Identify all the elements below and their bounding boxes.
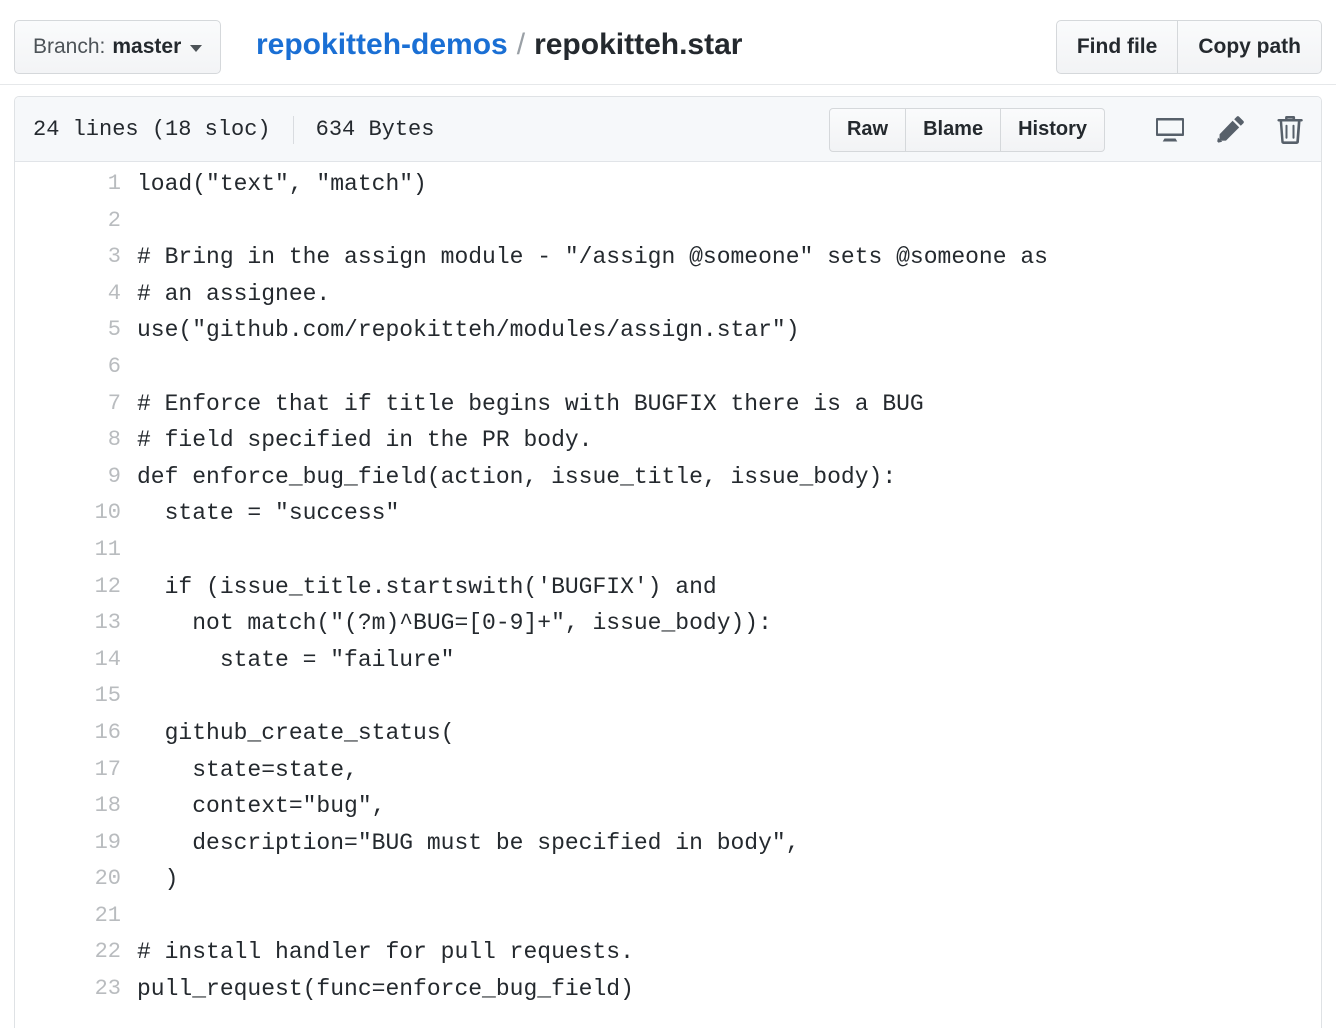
copy-path-button[interactable]: Copy path (1178, 20, 1322, 74)
line-number[interactable]: 7 (15, 386, 121, 423)
line-number[interactable]: 6 (15, 349, 121, 386)
line-number[interactable]: 19 (15, 825, 121, 862)
code-line: 21 (15, 898, 1321, 935)
file-meta-info: 24 lines (18 sloc) 634 Bytes (33, 97, 434, 162)
line-content: context="bug", (137, 793, 386, 820)
line-content: # field specified in the PR body. (137, 427, 593, 454)
code-line: 18 context="bug", (15, 788, 1321, 825)
code-line: 9 def enforce_bug_field(action, issue_tit… (15, 459, 1321, 496)
line-number[interactable]: 21 (15, 898, 121, 935)
line-number[interactable]: 10 (15, 495, 121, 532)
code-line: 7 # Enforce that if title begins with BUG… (15, 386, 1321, 423)
code-line: 23 pull_request(func=enforce_bug_field) (15, 971, 1321, 1008)
breadcrumb: repokitteh-demos / repokitteh.star (256, 28, 742, 62)
code-line: 13 not match("(?m)^BUG=[0-9]+", issue_bo… (15, 605, 1321, 642)
line-content: pull_request(func=enforce_bug_field) (137, 976, 634, 1003)
line-number[interactable]: 12 (15, 569, 121, 606)
branch-selector-button[interactable]: Branch: master (14, 20, 222, 74)
line-number[interactable]: 9 (15, 459, 121, 496)
code-line: 10 state = "success" (15, 495, 1321, 532)
line-number[interactable]: 1 (15, 166, 121, 203)
code-line: 19 description="BUG must be specified in… (15, 825, 1321, 862)
breadcrumb-repo-link[interactable]: repokitteh-demos (256, 28, 508, 62)
line-number[interactable]: 23 (15, 971, 121, 1008)
line-content: load("text", "match") (137, 171, 427, 197)
meta-divider (292, 115, 294, 144)
code-line: 15 (15, 678, 1321, 715)
line-number[interactable]: 20 (15, 861, 121, 898)
file-size: 634 Bytes (315, 117, 435, 142)
file-container: 24 lines (18 sloc) 634 Bytes Raw Blame H… (14, 96, 1322, 1028)
topbar-button-group: Find file Copy path (1055, 20, 1322, 74)
code-line: 22 # install handler for pull requests. (15, 934, 1321, 971)
code-line: 1 load("text", "match") (15, 166, 1321, 203)
line-content: # an assignee. (137, 280, 331, 307)
trash-icon[interactable] (1273, 113, 1307, 147)
code-line: 5 use("github.com/repokitteh/modules/assi… (15, 312, 1321, 349)
breadcrumb-separator: / (516, 28, 526, 61)
code-line: 16 github_create_status( (15, 715, 1321, 752)
repo-file-topbar: Branch: master repokitteh-demos / repoki… (0, 0, 1336, 85)
line-content: state = "failure" (137, 646, 455, 673)
code-line: 12 if (issue_title.startswith('BUGFIX') … (15, 569, 1321, 606)
history-button[interactable]: History (1001, 107, 1105, 152)
line-content: def enforce_bug_field(action, issue_titl… (137, 463, 897, 490)
line-number[interactable]: 17 (15, 752, 121, 789)
line-number[interactable]: 14 (15, 642, 121, 679)
file-view-page: Branch: master repokitteh-demos / repoki… (0, 0, 1336, 1028)
line-content: # install handler for pull requests. (137, 939, 634, 966)
code-line: 3 # Bring in the assign module - "/assign… (15, 239, 1321, 276)
line-number[interactable]: 2 (15, 203, 121, 240)
line-number[interactable]: 8 (15, 422, 121, 459)
code-line: 17 state=state, (15, 752, 1321, 789)
find-file-button[interactable]: Find file (1055, 20, 1179, 74)
line-content: if (issue_title.startswith('BUGFIX') and (137, 573, 717, 600)
line-content: github_create_status( (137, 719, 455, 746)
code-line: 2 (15, 203, 1321, 240)
line-content: state = "success" (137, 500, 400, 527)
line-content: use("github.com/repokitteh/modules/assig… (137, 317, 800, 344)
code-content: 1 load("text", "match") 2 3 # Bring in the a… (15, 162, 1321, 1008)
code-line: 4 # an assignee. (15, 276, 1321, 313)
branch-prefix-label: Branch: (33, 35, 106, 58)
file-view-button-group: Raw Blame History (828, 107, 1105, 152)
code-line: 6 (15, 349, 1321, 386)
breadcrumb-filename: repokitteh.star (534, 28, 743, 61)
line-number[interactable]: 4 (15, 276, 121, 313)
code-line: 20 ) (15, 861, 1321, 898)
line-content: description="BUG must be specified in bo… (137, 829, 800, 856)
line-number[interactable]: 16 (15, 715, 121, 752)
blame-button[interactable]: Blame (906, 107, 1002, 152)
code-line: 14 state = "failure" (15, 642, 1321, 679)
pencil-icon[interactable] (1213, 113, 1247, 147)
line-number[interactable]: 3 (15, 239, 121, 276)
line-number[interactable]: 18 (15, 788, 121, 825)
file-action-bar: Raw Blame History (828, 97, 1307, 162)
line-content: ) (137, 866, 179, 893)
line-content: # Bring in the assign module - "/assign … (137, 244, 1048, 271)
line-number[interactable]: 11 (15, 532, 121, 569)
line-number[interactable]: 5 (15, 312, 121, 349)
raw-button[interactable]: Raw (828, 107, 907, 152)
line-number[interactable]: 22 (15, 934, 121, 971)
file-line-count: 24 lines (18 sloc) (33, 117, 271, 142)
line-number[interactable]: 13 (15, 605, 121, 642)
file-header-bar: 24 lines (18 sloc) 634 Bytes Raw Blame H… (15, 97, 1321, 162)
code-line: 11 (15, 532, 1321, 569)
desktop-icon[interactable] (1153, 113, 1187, 147)
chevron-down-icon (190, 44, 203, 52)
code-line: 8 # field specified in the PR body. (15, 422, 1321, 459)
line-content: # Enforce that if title begins with BUGF… (137, 390, 924, 417)
line-content: not match("(?m)^BUG=[0-9]+", issue_body)… (137, 610, 772, 637)
line-number[interactable]: 15 (15, 678, 121, 715)
branch-name-label: master (112, 35, 182, 58)
line-content: state=state, (137, 756, 358, 783)
